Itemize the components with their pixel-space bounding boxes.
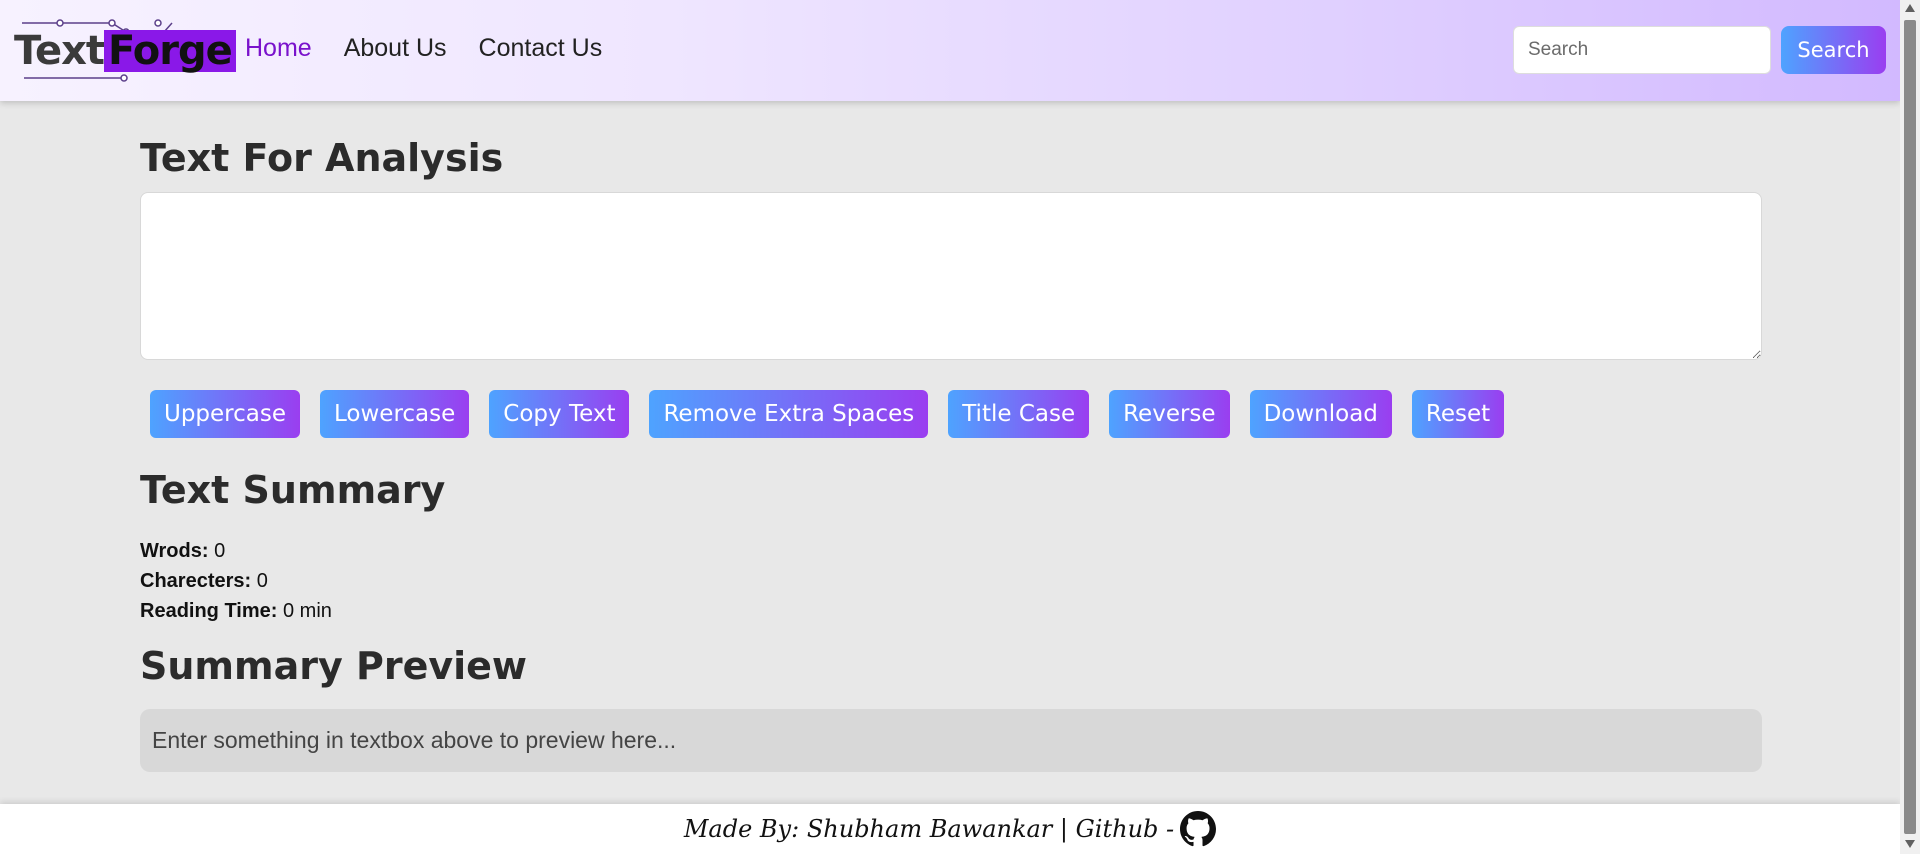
search-button[interactable]: Search [1781, 26, 1886, 74]
nav-links: Home About Us Contact Us [245, 34, 602, 63]
search-input[interactable] [1513, 26, 1771, 74]
chars-stat: Charecters: 0 [140, 566, 332, 596]
reading-time-value: 0 min [277, 600, 332, 622]
footer: Made By: Shubham Bawankar | Github - [0, 804, 1900, 854]
action-buttons: Uppercase Lowercase Copy Text Remove Ext… [150, 390, 1505, 438]
words-stat: Wrods: 0 [140, 536, 332, 566]
github-icon[interactable] [1180, 811, 1217, 847]
scroll-up-arrow-icon[interactable] [1905, 4, 1915, 12]
lowercase-button[interactable]: Lowercase [320, 390, 470, 438]
footer-text: Made By: Shubham Bawankar | Github - [683, 815, 1175, 843]
summary-heading: Text Summary [140, 468, 446, 512]
preview-box: Enter something in textbox above to prev… [140, 709, 1762, 772]
chars-label: Charecters: [140, 570, 252, 592]
uppercase-button[interactable]: Uppercase [150, 390, 301, 438]
chars-value: 0 [251, 570, 268, 592]
remove-extra-spaces-button[interactable]: Remove Extra Spaces [649, 390, 929, 438]
preview-text: Enter something in textbox above to prev… [152, 727, 677, 753]
copy-text-button[interactable]: Copy Text [489, 390, 630, 438]
nav-link-about[interactable]: About Us [344, 34, 447, 63]
logo-wordmark: Text Forge [14, 30, 236, 72]
logo-text-part: Text [14, 28, 105, 74]
vertical-scrollbar[interactable] [1900, 0, 1920, 854]
logo-forge-part: Forge [104, 30, 236, 72]
text-stats: Wrods: 0 Charecters: 0 Reading Time: 0 m… [140, 536, 332, 626]
nav-link-contact[interactable]: Contact Us [479, 34, 603, 63]
reading-time-stat: Reading Time: 0 min [140, 596, 332, 626]
words-label: Wrods: [140, 540, 209, 562]
title-case-button[interactable]: Title Case [948, 390, 1090, 438]
download-button[interactable]: Download [1249, 390, 1392, 438]
scroll-down-arrow-icon[interactable] [1905, 840, 1915, 848]
words-value: 0 [208, 540, 226, 562]
scroll-thumb[interactable] [1904, 20, 1916, 834]
nav-link-home[interactable]: Home [245, 34, 312, 63]
reset-button[interactable]: Reset [1411, 390, 1505, 438]
textforge-logo[interactable]: Text Forge [14, 18, 236, 82]
reading-time-label: Reading Time: [140, 600, 278, 622]
navbar: Text Forge Home About Us Contact Us Sear… [0, 0, 1900, 101]
analysis-heading: Text For Analysis [140, 136, 504, 180]
preview-heading: Summary Preview [140, 644, 528, 688]
reverse-button[interactable]: Reverse [1109, 390, 1230, 438]
analysis-textarea[interactable] [140, 192, 1762, 360]
